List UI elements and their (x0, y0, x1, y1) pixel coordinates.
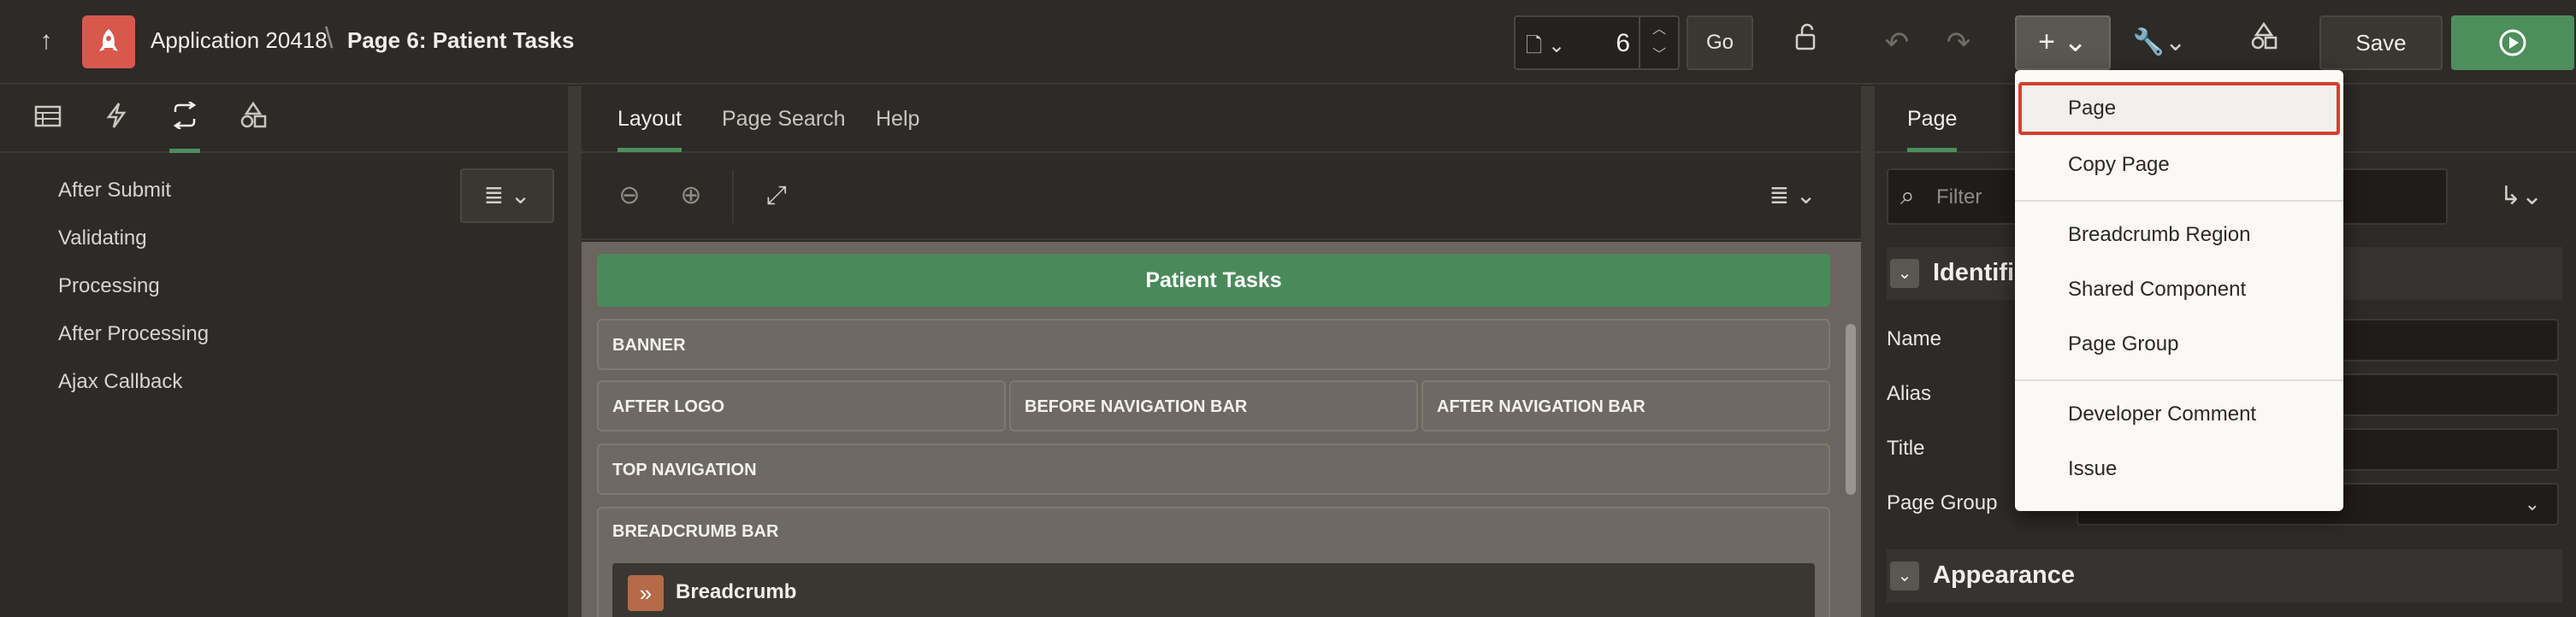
menu-item-developer-comment[interactable]: Developer Comment (2015, 388, 2343, 441)
menu-item-shared-component[interactable]: Shared Component (2015, 263, 2343, 316)
slot-before-navigation-bar[interactable]: BEFORE NAVIGATION BAR (1009, 380, 1418, 432)
undo-icon[interactable]: ↶ (1873, 19, 1921, 67)
page-navigator: 🗋 ⌄ 6 ︿ ﹀ (1514, 15, 1680, 70)
tree-item-processing[interactable]: Processing (58, 274, 160, 298)
rendering-tab-icon[interactable] (29, 102, 67, 139)
center-pane: Layout Page Search Help ⊖ ⊕ ⤢ ≣ ⌄ Patien… (582, 86, 1861, 617)
breadcrumb-separator: \ (325, 22, 334, 55)
chevron-down-icon: ⌄ (2524, 493, 2540, 514)
run-page-button[interactable] (2451, 15, 2574, 70)
slot-banner[interactable]: BANNER (597, 319, 1830, 370)
create-menu: Page Copy Page Breadcrumb Region Shared … (2015, 70, 2343, 511)
page-finder-icon[interactable]: 🗋 ⌄ (1526, 31, 1577, 58)
go-to-group-icon[interactable]: ↳⌄ (2487, 175, 2555, 218)
menu-item-breadcrumb-region[interactable]: Breadcrumb Region (2015, 209, 2343, 261)
chevron-down-icon[interactable]: ⌄ (1890, 561, 1919, 591)
app-title-link[interactable]: Application 20418 (151, 27, 328, 54)
tree-item-after-processing[interactable]: After Processing (58, 322, 209, 346)
menu-item-page-group[interactable]: Page Group (2015, 318, 2343, 371)
up-arrow-icon[interactable]: ↑ (29, 24, 63, 58)
tree-item-validating[interactable]: Validating (58, 226, 147, 250)
breadcrumb-region[interactable]: » Breadcrumb (612, 563, 1815, 617)
page-number-input[interactable]: 6 (1587, 29, 1630, 60)
slot-label: BREADCRUMB BAR (612, 522, 779, 541)
search-icon: ⌕ (1900, 182, 1915, 210)
left-pane-tabs (0, 86, 568, 153)
tab-page-properties[interactable]: Page (1907, 107, 1958, 152)
slot-after-navigation-bar[interactable]: AFTER NAVIGATION BAR (1421, 380, 1830, 432)
slot-top-navigation[interactable]: TOP NAVIGATION (597, 444, 1830, 495)
create-menu-button[interactable]: + ⌄ (2015, 15, 2111, 70)
tab-help[interactable]: Help (876, 107, 919, 132)
shared-components-tab-icon[interactable] (234, 101, 272, 139)
slot-label: TOP NAVIGATION (612, 461, 757, 479)
chevron-down-icon[interactable]: ﹀ (1640, 43, 1678, 68)
shared-components-icon[interactable] (2234, 15, 2294, 70)
zoom-out-icon[interactable]: ⊖ (611, 177, 648, 214)
slot-label: AFTER LOGO (612, 397, 725, 416)
property-label-page-group: Page Group (1887, 491, 1998, 514)
menu-item-issue[interactable]: Issue (2015, 443, 2343, 496)
tab-page-search[interactable]: Page Search (722, 107, 846, 132)
left-pane: ≣ ⌄ After Submit Validating Processing A… (0, 86, 568, 617)
app-logo-icon[interactable] (82, 15, 135, 68)
tree-item-ajax-callback[interactable]: Ajax Callback (58, 370, 182, 394)
tab-layout[interactable]: Layout (617, 107, 682, 152)
breadcrumb-region-icon: » (628, 575, 664, 611)
menu-item-page[interactable]: Page (2018, 82, 2340, 135)
slot-label: AFTER NAVIGATION BAR (1437, 397, 1645, 416)
save-button[interactable]: Save (2319, 15, 2443, 70)
page-title: Page 6: Patient Tasks (347, 27, 575, 53)
property-label-title: Title (1887, 437, 1925, 460)
utilities-wrench-icon[interactable]: 🔧⌄ (2121, 15, 2198, 70)
breadcrumb-region-label: Breadcrumb (676, 580, 797, 603)
redo-icon[interactable]: ↷ (1935, 19, 1982, 67)
layout-canvas: Patient Tasks BANNER AFTER LOGO BEFORE N… (582, 242, 1861, 617)
lock-icon[interactable] (1784, 19, 1832, 67)
chevron-down-icon[interactable]: ⌄ (1890, 259, 1919, 288)
center-pane-tabs: Layout Page Search Help (582, 86, 1861, 153)
expand-icon[interactable]: ⤢ (758, 177, 795, 214)
menu-separator (2015, 379, 2343, 381)
slot-label: BANNER (612, 336, 686, 355)
left-pane-menu-button[interactable]: ≣ ⌄ (460, 168, 554, 223)
menu-separator (2015, 200, 2343, 202)
page-header-bar[interactable]: Patient Tasks (597, 254, 1830, 307)
page-designer: ↑ Application 20418 \ Page 6: Patient Ta… (0, 0, 2576, 617)
go-button[interactable]: Go (1687, 15, 1753, 70)
zoom-in-icon[interactable]: ⊕ (672, 177, 710, 214)
slot-label: BEFORE NAVIGATION BAR (1025, 397, 1248, 416)
toolbar-divider (732, 170, 734, 223)
chevron-up-icon[interactable]: ︿ (1640, 17, 1678, 43)
page-stepper[interactable]: ︿ ﹀ (1639, 17, 1678, 68)
tree-item-after-submit[interactable]: After Submit (58, 179, 171, 203)
section-title: Appearance (1933, 561, 2076, 589)
layout-menu-button[interactable]: ≣ ⌄ (1758, 177, 1827, 214)
dynamic-actions-tab-icon[interactable] (97, 102, 135, 139)
section-appearance[interactable]: ⌄ Appearance (1887, 549, 2562, 602)
processing-tab-icon[interactable] (166, 100, 204, 153)
left-splitter[interactable] (568, 86, 582, 617)
property-label-alias: Alias (1887, 382, 1932, 405)
canvas-scrollbar[interactable] (1846, 324, 1856, 495)
slot-after-logo[interactable]: AFTER LOGO (597, 380, 1006, 432)
right-splitter[interactable] (1861, 86, 1875, 617)
property-label-name: Name (1887, 327, 1942, 350)
layout-toolbar: ⊖ ⊕ ⤢ ≣ ⌄ (582, 155, 1861, 240)
menu-item-copy-page[interactable]: Copy Page (2015, 138, 2343, 191)
